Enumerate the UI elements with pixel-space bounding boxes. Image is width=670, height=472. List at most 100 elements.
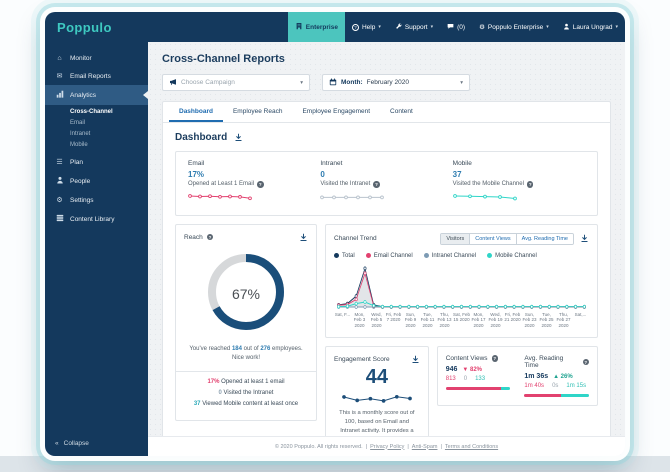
content-views-kpi: Content Views ? 946 ▼ 82% 813 0 133	[445, 355, 511, 397]
chevron-down-icon: ▾	[378, 24, 381, 30]
x-tick-label: Wed, Feb 19 2020	[488, 311, 503, 329]
help-tooltip-icon[interactable]: ?	[257, 181, 264, 188]
analytics-submenu: Cross-Channel Email Intranet Mobile	[45, 106, 148, 150]
sidebar-item-label: Content Library	[70, 215, 115, 223]
footer: © 2020 Poppulo. All rights reserved. | P…	[148, 436, 625, 456]
tab-bar: Dashboard Employee Reach Employee Engage…	[163, 102, 610, 123]
filter-bar: Choose Campaign ▾ Month: February 2020 ▾	[162, 74, 611, 91]
chevron-down-icon: ▾	[546, 24, 549, 30]
user-menu[interactable]: Laura Ungrad ▾	[556, 12, 625, 42]
chevron-down-icon: ▾	[615, 24, 618, 30]
privacy-policy-link[interactable]: Privacy Policy	[370, 444, 404, 450]
reading-time-total: 1m 36s	[524, 373, 549, 381]
reading-time-title: Avg. Reading Time	[524, 355, 564, 370]
top-nav: Enterprise ? Help ▾ Support ▾ (0) ⚙ Popp…	[287, 12, 625, 42]
total-employees: 276	[260, 345, 271, 352]
sidebar-item-label: Analytics	[70, 91, 97, 99]
download-icon[interactable]	[580, 234, 589, 243]
content-views-delta: ▼ 82%	[462, 367, 482, 374]
terms-link[interactable]: Terms and Conditions	[445, 444, 498, 450]
help-menu[interactable]: ? Help ▾	[345, 12, 388, 42]
avg-reading-time-button[interactable]: Avg. Reading Time	[515, 233, 573, 244]
engagement-title: Engagement Score	[334, 356, 390, 364]
stat-caption: Opened at Least 1 Email	[188, 181, 255, 188]
enterprise-badge-label: Enterprise	[305, 23, 338, 31]
sidebar-item-email-reports[interactable]: ✉ Email Reports	[45, 67, 148, 85]
reach-summary: You've reached 184 out of 276 employees.…	[189, 345, 303, 361]
download-icon[interactable]	[411, 355, 420, 364]
sidebar-collapse-button[interactable]: « Collapse	[45, 433, 148, 456]
org-menu[interactable]: ⚙ Poppulo Enterprise ▾	[472, 12, 556, 42]
sidebar-item-intranet[interactable]: Intranet	[45, 128, 148, 139]
person-icon	[55, 176, 64, 186]
campaign-filter-dropdown[interactable]: Choose Campaign ▾	[162, 74, 310, 91]
download-icon[interactable]	[299, 233, 308, 242]
chevron-down-icon: ▾	[300, 79, 303, 86]
trend-line-chart	[334, 259, 589, 311]
legend-dot	[487, 253, 493, 258]
reading-time-kpi: Avg. Reading Time ? 1m 36s ▲ 26% 1m 40s …	[524, 355, 590, 398]
content-views-stacked-bar	[445, 387, 511, 391]
help-tooltip-icon[interactable]: ?	[373, 181, 380, 188]
sidebar-item-label: People	[70, 177, 91, 185]
tab-dashboard[interactable]: Dashboard	[169, 102, 223, 122]
sidebar-item-people[interactable]: People	[45, 171, 148, 191]
support-menu[interactable]: Support ▾	[388, 12, 440, 42]
legend-intranet-channel: Intranet Channel	[423, 253, 476, 259]
mobile-stat: Mobile 37 Visited the Mobile Channel?	[453, 160, 585, 208]
tab-content[interactable]: Content	[380, 102, 423, 122]
mobile-sparkline	[452, 190, 585, 208]
section-title: Dashboard	[175, 132, 228, 143]
sidebar-item-cross-channel[interactable]: Cross-Channel	[45, 106, 148, 117]
x-tick-label: Sat, F...	[334, 311, 351, 317]
footer-separator: |	[440, 443, 442, 450]
page-background-band	[0, 456, 670, 472]
chat-icon	[447, 23, 454, 32]
sidebar-item-email[interactable]: Email	[45, 117, 148, 128]
help-tooltip-icon[interactable]: ?	[582, 358, 590, 366]
gear-icon: ⚙	[56, 197, 63, 204]
messages-count: (0)	[457, 23, 466, 31]
bar-segment	[561, 394, 589, 398]
sidebar-item-mobile[interactable]: Mobile	[45, 139, 148, 150]
main-area: Cross-Channel Reports Choose Campaign ▾	[148, 42, 625, 456]
engagement-sparkline	[334, 390, 420, 406]
x-tick-label: Fri, Feb 21 2020	[504, 311, 521, 323]
legend-dot	[334, 253, 339, 258]
report-card: Dashboard Employee Reach Employee Engage…	[162, 101, 611, 456]
tab-employee-engagement[interactable]: Employee Engagement	[292, 102, 380, 122]
help-tooltip-icon[interactable]: ?	[491, 355, 499, 362]
divider	[176, 370, 316, 372]
sidebar-item-monitor[interactable]: ⌂ Monitor	[45, 50, 148, 67]
intranet-sparkline	[320, 190, 452, 208]
envelope-icon: ✉	[56, 73, 63, 80]
sidebar-item-settings[interactable]: ⚙ Settings	[45, 191, 148, 209]
content-metrics-card: Content Views ? 946 ▼ 82% 813 0 133 Avg.…	[436, 346, 598, 407]
anti-spam-link[interactable]: Anti-Spam	[412, 444, 438, 450]
visitors-button[interactable]: Visitors	[441, 233, 470, 244]
enterprise-badge[interactable]: Enterprise	[287, 12, 345, 42]
sidebar-item-label: Plan	[70, 158, 84, 166]
help-icon: ?	[351, 23, 359, 31]
library-icon	[55, 214, 64, 224]
messages-menu[interactable]: (0)	[440, 12, 472, 42]
channel-trend-card: Channel Trend Visitors Content Views Avg…	[325, 223, 598, 339]
reach-card: Reach ? 67% You've reached 184 out of 27…	[175, 223, 317, 421]
help-tooltip-icon[interactable]: ?	[206, 233, 214, 241]
chevron-down-icon: ▾	[430, 24, 434, 30]
x-tick-label: Sat,...	[574, 311, 587, 317]
help-label: Help	[361, 23, 376, 31]
bar-segment	[501, 387, 511, 391]
help-tooltip-icon[interactable]: ?	[526, 181, 534, 188]
sidebar-item-content-library[interactable]: Content Library	[45, 209, 148, 229]
sidebar-item-plan[interactable]: ☰ Plan	[45, 153, 148, 171]
sidebar-item-analytics[interactable]: Analytics	[45, 85, 148, 105]
footer-separator: |	[365, 443, 368, 450]
collapse-chevrons-icon: «	[55, 440, 59, 447]
month-filter-dropdown[interactable]: Month: February 2020 ▾	[322, 74, 470, 91]
download-icon[interactable]	[234, 133, 243, 142]
content-views-button[interactable]: Content Views	[469, 233, 516, 244]
footer-separator: |	[407, 443, 409, 450]
trend-metric-toggle: Visitors Content Views Avg. Reading Time	[440, 232, 574, 245]
tab-employee-reach[interactable]: Employee Reach	[223, 102, 293, 122]
